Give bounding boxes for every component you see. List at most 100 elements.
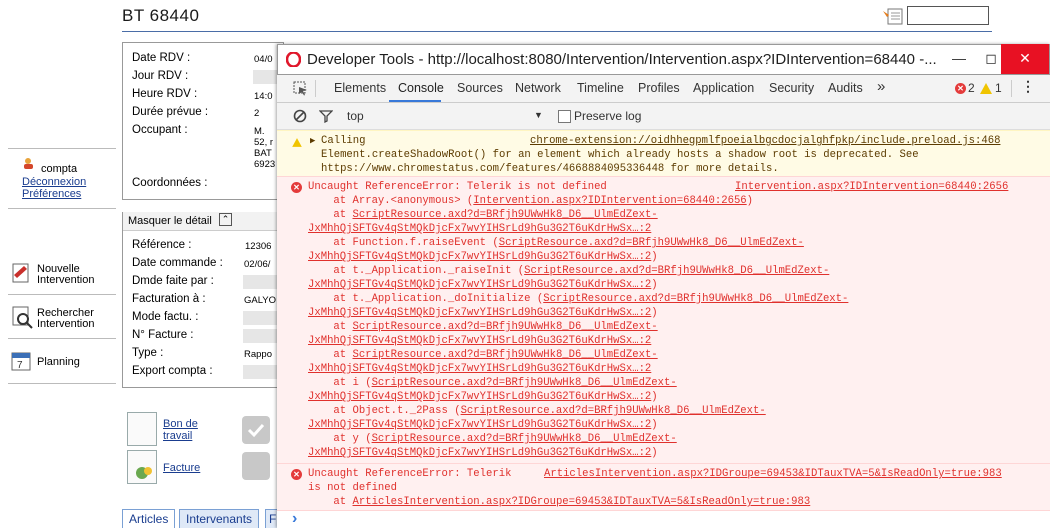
stack-frame-suffix: ): [746, 195, 754, 207]
stack-frame-link[interactable]: JxMhhQjSFTGv4qStMQkDjcFx7wvYIHSrLd9hGu3G…: [308, 223, 651, 235]
tab-intervenants[interactable]: Intervenants: [179, 509, 260, 528]
tab-articles[interactable]: Articles: [122, 509, 176, 528]
stack-frame-link[interactable]: ScriptResource.axd?d=BRfjh9UWwHk8_D6__Ul…: [499, 237, 804, 249]
label-demande: Dmde faite par :: [132, 275, 214, 287]
stack-frame-link[interactable]: ScriptResource.axd?d=BRfjh9UWwHk8_D6__Ul…: [353, 349, 658, 361]
help-icon[interactable]: [882, 6, 904, 26]
toggle-details-bar[interactable]: Masquer le détail ⌃: [123, 212, 282, 231]
stack-frame-link[interactable]: ScriptResource.axd?d=BRfjh9UWwHk8_D6__Ul…: [543, 293, 848, 305]
label-facturation: Facturation à :: [132, 293, 206, 305]
context-dropdown-icon[interactable]: ▼: [534, 110, 543, 120]
work-order-link-2[interactable]: travail: [163, 430, 192, 442]
close-button[interactable]: ✕: [1001, 44, 1049, 74]
stack-frame-link[interactable]: JxMhhQjSFTGv4qStMQkDjcFx7wvYIHSrLd9hGu3G…: [308, 363, 651, 375]
filter-icon[interactable]: [318, 109, 334, 126]
stack-frame-link[interactable]: ScriptResource.axd?d=BRfjh9UWwHk8_D6__Ul…: [353, 209, 658, 221]
work-order-link-1[interactable]: Bon de: [163, 418, 198, 430]
search-intervention-link-2[interactable]: Intervention: [37, 318, 94, 330]
new-intervention-link-2[interactable]: Intervention: [37, 274, 94, 286]
stack-frame-link[interactable]: JxMhhQjSFTGv4qStMQkDjcFx7wvYIHSrLd9hGu3G…: [308, 391, 651, 403]
tab-network[interactable]: Network: [515, 81, 561, 95]
stack-frame-link[interactable]: ScriptResource.axd?d=BRfjh9UWwHk8_D6__Ul…: [461, 405, 766, 417]
error-source-link[interactable]: Intervention.aspx?IDIntervention=68440:2…: [735, 180, 1008, 194]
context-select[interactable]: top: [347, 109, 364, 123]
stack-frame: JxMhhQjSFTGv4qStMQkDjcFx7wvYIHSrLd9hGu3G…: [308, 362, 651, 376]
inspect-element-icon[interactable]: [293, 81, 309, 100]
toggle-details-label[interactable]: Masquer le détail: [128, 215, 212, 227]
warning-text-2: Element.createShadowRoot() for an elemen…: [321, 149, 919, 161]
warning-count[interactable]: 1: [995, 81, 1002, 95]
warning-text-3: https://www.chromestatus.com/features/46…: [321, 163, 779, 175]
tab-sources[interactable]: Sources: [457, 81, 503, 95]
tab-elements[interactable]: Elements: [334, 81, 386, 95]
preserve-log-label[interactable]: Preserve log: [574, 109, 641, 123]
tab-timeline[interactable]: Timeline: [577, 81, 624, 95]
stack-frame-link[interactable]: Intervention.aspx?IDIntervention=68440:2…: [473, 195, 746, 207]
print-icon[interactable]: [242, 452, 270, 480]
invoice-link[interactable]: Facture: [163, 462, 200, 474]
search-intervention-icon[interactable]: [10, 305, 34, 332]
stack-frame: at ScriptResource.axd?d=BRfjh9UWwHk8_D6_…: [308, 208, 658, 222]
stack-frame: at ScriptResource.axd?d=BRfjh9UWwHk8_D6_…: [308, 348, 658, 362]
calendar-icon[interactable]: 7: [10, 350, 32, 375]
sidebar-divider: [8, 338, 116, 339]
value-facturation: GALYO: [244, 295, 277, 306]
stack-frame-link[interactable]: JxMhhQjSFTGv4qStMQkDjcFx7wvYIHSrLd9hGu3G…: [308, 279, 651, 291]
error-source-link[interactable]: ArticlesIntervention.aspx?IDGroupe=69453…: [544, 467, 1002, 481]
stack-frame-prefix: at: [308, 209, 353, 221]
stack-frame-link[interactable]: ScriptResource.axd?d=BRfjh9UWwHk8_D6__Ul…: [372, 433, 677, 445]
warning-source-link[interactable]: chrome-extension://oidhhegpmlfpoeialbgcd…: [530, 134, 1000, 148]
validate-check-icon[interactable]: [242, 416, 270, 444]
stack-frame-link[interactable]: ScriptResource.axd?d=BRfjh9UWwHk8_D6__Ul…: [372, 377, 677, 389]
stack-frame-link[interactable]: ArticlesIntervention.aspx?IDGroupe=69453…: [353, 496, 811, 508]
label-coordonnees: Coordonnées :: [132, 177, 208, 189]
preserve-log-checkbox[interactable]: [558, 110, 571, 123]
expand-triangle-icon[interactable]: ▶: [310, 134, 315, 148]
stack-frame-link[interactable]: JxMhhQjSFTGv4qStMQkDjcFx7wvYIHSrLd9hGu3G…: [308, 447, 651, 459]
console-error: ✕ Uncaught ReferenceError: Telerik Artic…: [277, 463, 1050, 511]
stack-frame-link[interactable]: ScriptResource.axd?d=BRfjh9UWwHk8_D6__Ul…: [353, 321, 658, 333]
stack-frame: at ScriptResource.axd?d=BRfjh9UWwHk8_D6_…: [308, 320, 658, 334]
work-order-icon[interactable]: [127, 412, 157, 446]
invoice-icon[interactable]: [127, 450, 157, 484]
stack-frame-link[interactable]: JxMhhQjSFTGv4qStMQkDjcFx7wvYIHSrLd9hGu3G…: [308, 251, 651, 263]
title-divider: [122, 31, 992, 32]
label-jour-rdv: Jour RDV :: [132, 70, 189, 82]
error-count-icon[interactable]: ✕: [955, 83, 966, 94]
new-intervention-icon[interactable]: [10, 262, 32, 287]
tab-profiles[interactable]: Profiles: [638, 81, 680, 95]
tab-security[interactable]: Security: [769, 81, 814, 95]
label-export-compta: Export compta :: [132, 365, 213, 377]
error-count[interactable]: 2: [968, 81, 975, 95]
sidebar-divider: [8, 148, 116, 149]
stack-frame: JxMhhQjSFTGv4qStMQkDjcFx7wvYIHSrLd9hGu3G…: [308, 278, 658, 292]
stack-frame-prefix: at t._Application._raiseInit (: [308, 265, 525, 277]
sidebar-user: compta: [41, 163, 78, 175]
page-title: BT 68440: [122, 6, 200, 25]
stack-frame-link[interactable]: ScriptResource.axd?d=BRfjh9UWwHk8_D6__Ul…: [524, 265, 829, 277]
tab-console[interactable]: Console: [398, 81, 444, 95]
collapse-icon[interactable]: ⌃: [219, 213, 232, 226]
console-prompt-icon[interactable]: ›: [292, 510, 297, 528]
kebab-menu-icon[interactable]: ⋮: [1021, 78, 1035, 95]
tab-application[interactable]: Application: [693, 81, 754, 95]
stack-frame-suffix: ): [651, 391, 658, 403]
label-heure-rdv: Heure RDV :: [132, 88, 198, 100]
stack-frame-link[interactable]: JxMhhQjSFTGv4qStMQkDjcFx7wvYIHSrLd9hGu3G…: [308, 335, 651, 347]
stack-frame-link[interactable]: JxMhhQjSFTGv4qStMQkDjcFx7wvYIHSrLd9hGu3G…: [308, 419, 651, 431]
search-input[interactable]: [907, 6, 989, 25]
stack-frame-link[interactable]: JxMhhQjSFTGv4qStMQkDjcFx7wvYIHSrLd9hGu3G…: [308, 307, 651, 319]
label-type: Type :: [132, 347, 164, 359]
warning-count-icon[interactable]: [980, 83, 992, 94]
toolbar-divider: [315, 80, 316, 97]
preferences-link[interactable]: Préférences: [22, 188, 81, 200]
stack-frame: at y (ScriptResource.axd?d=BRfjh9UWwHk8_…: [308, 432, 677, 446]
logout-link[interactable]: Déconnexion: [22, 176, 86, 188]
planning-link[interactable]: Planning: [37, 356, 80, 368]
error-message-2: is not defined: [308, 482, 398, 494]
stack-frame: at Array.<anonymous> (Intervention.aspx?…: [308, 194, 753, 208]
value-occupant-4: 6923: [254, 159, 276, 170]
more-tabs-icon[interactable]: »: [877, 78, 885, 95]
clear-console-icon[interactable]: [293, 109, 307, 126]
tab-audits[interactable]: Audits: [828, 81, 863, 95]
